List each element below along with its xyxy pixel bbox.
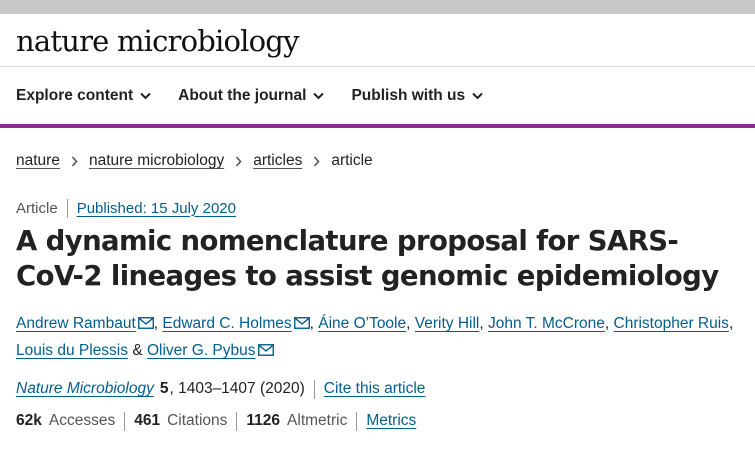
cite-article-link[interactable]: Cite this article — [324, 380, 426, 398]
accent-bar — [0, 124, 755, 128]
volume-number: 5 — [159, 380, 169, 397]
author-link[interactable]: Oliver G. Pybus — [147, 342, 256, 359]
altmetric-score: 1126 — [246, 412, 281, 429]
article-metrics: 62k Accesses 461 Citations 1126 Altmetri… — [0, 409, 755, 433]
author-link[interactable]: Andrew Rambaut — [16, 315, 136, 332]
author-list: Andrew Rambaut, Edward C. Holmes, Áine O… — [0, 311, 755, 365]
altmetric-label: Altmetric — [287, 412, 348, 429]
browser-top-strip — [0, 0, 755, 14]
metrics-link[interactable]: Metrics — [366, 412, 416, 430]
breadcrumb-current: article — [331, 152, 373, 169]
chevron-down-icon — [472, 92, 483, 100]
pages-year: , 1403–1407 (2020) — [169, 380, 305, 397]
metrics-divider — [236, 411, 238, 431]
nav-about-journal[interactable]: About the journal — [178, 86, 325, 105]
chevron-down-icon — [313, 92, 325, 100]
main-nav: Explore content About the journal Publis… — [0, 67, 755, 124]
published-date-link[interactable]: Published: 15 July 2020 — [77, 200, 236, 217]
author-link[interactable]: Verity Hill — [415, 315, 480, 332]
mail-icon[interactable] — [293, 312, 310, 338]
citations-label: Citations — [167, 412, 228, 429]
author-link[interactable]: Christopher Ruis — [614, 315, 729, 332]
author-separator: , — [406, 315, 411, 332]
chevron-right-icon — [235, 155, 242, 167]
mail-icon[interactable] — [257, 339, 274, 365]
breadcrumb-articles[interactable]: articles — [253, 152, 302, 170]
article-meta: Article Published: 15 July 2020 — [0, 197, 755, 219]
breadcrumb-nature[interactable]: nature — [16, 152, 60, 170]
article-title: A dynamic nomenclature proposal for SARS… — [16, 225, 719, 292]
author-separator: , — [728, 315, 734, 332]
metrics-divider — [356, 411, 358, 431]
nav-explore-content[interactable]: Explore content — [16, 87, 151, 105]
chevron-down-icon — [140, 92, 151, 100]
nav-item-label: Explore content — [16, 86, 134, 104]
nav-item-label: Publish with us — [351, 86, 466, 104]
citation-divider — [313, 379, 315, 399]
author-separator: , — [309, 315, 314, 332]
chevron-right-icon — [71, 155, 78, 167]
nav-item-label: About the journal — [178, 86, 307, 104]
nav-publish-with-us[interactable]: Publish with us — [351, 87, 483, 105]
site-header: nature microbiology — [0, 14, 755, 66]
citation-line: Nature Microbiology 5 , 1403–1407 (2020)… — [0, 377, 755, 401]
author-link[interactable]: Louis du Plessis — [16, 342, 128, 359]
author-separator: , — [153, 315, 159, 332]
author-separator: , — [479, 315, 484, 332]
author-link[interactable]: Áine O’Toole — [318, 315, 406, 332]
journal-link[interactable]: Nature Microbiology — [16, 380, 154, 398]
meta-divider — [66, 198, 68, 218]
author-last-separator: & — [132, 342, 143, 359]
breadcrumb: nature nature microbiology articles arti… — [0, 150, 755, 172]
author-link[interactable]: John T. McCrone — [488, 315, 605, 332]
journal-logo[interactable]: nature microbiology — [16, 25, 299, 56]
chevron-right-icon — [313, 155, 320, 167]
metrics-divider — [124, 411, 126, 431]
article-type: Article — [16, 199, 58, 217]
author-link[interactable]: Edward C. Holmes — [162, 315, 291, 332]
citations-count: 461 — [134, 412, 161, 429]
accesses-count: 62k — [16, 412, 42, 429]
author-separator: , — [604, 315, 610, 332]
mail-icon[interactable] — [137, 312, 154, 338]
breadcrumb-nature-microbiology[interactable]: nature microbiology — [89, 152, 224, 170]
accesses-label: Accesses — [48, 412, 116, 429]
